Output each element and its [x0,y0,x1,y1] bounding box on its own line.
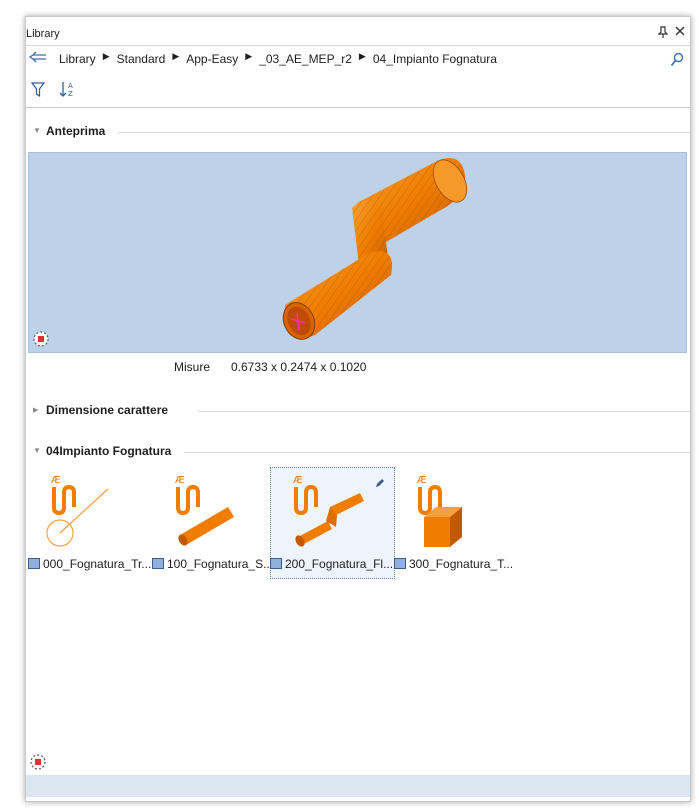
svg-text:Æ: Æ [175,475,185,486]
section-divider [184,452,690,453]
library-panel: Library Library ▶ Standard ▶ App-Easy ▶ … [25,16,691,802]
measure-value: 0.6733 x 0.2474 x 0.1020 [231,360,367,374]
sort-az-icon[interactable]: AZ [59,81,75,101]
item-label[interactable]: 300_Fognatura_T... [394,557,513,571]
breadcrumb-item-ae-mep[interactable]: _03_AE_MEP_r2 [259,52,352,66]
svg-text:Æ: Æ [51,475,61,486]
component-icon [394,558,406,569]
pin-icon[interactable] [657,26,669,41]
item-label[interactable]: 100_Fognatura_S... [152,557,273,571]
section-font-size-title: Dimensione carattere [46,403,169,417]
component-icon [152,558,164,569]
item-thumbnail: Æ [288,471,383,551]
filter-icon[interactable] [30,82,46,100]
item-label-text: 200_Fognatura_Fl... [285,557,394,571]
component-icon [270,558,282,569]
view-reset-icon[interactable] [29,753,47,774]
item-label[interactable]: 200_Fognatura_Fl... [270,557,393,571]
library-item[interactable]: Æ 300_Fognatura_T... [394,471,514,581]
breadcrumb-separator-icon: ▶ [358,51,366,61]
library-toolbar: AZ [26,73,690,108]
measure-label: Misure [174,360,211,374]
library-item[interactable]: Æ 000_Fognatura_Tr... [28,471,151,581]
item-label-text: 000_Fognatura_Tr... [43,557,152,571]
breadcrumb-separator-icon: ▶ [172,51,180,61]
section-preview-header[interactable]: ▼ Anteprima [26,123,690,141]
section-font-size-header[interactable]: ▶ Dimensione carattere [26,402,690,420]
breadcrumb-item-app-easy[interactable]: App-Easy [186,52,238,66]
section-divider [198,411,690,412]
library-item-grid: Æ 000_Fognatura_Tr... Æ 100_Fognatura_S.… [26,467,690,591]
svg-text:A: A [68,82,73,90]
back-arrow-icon[interactable] [28,50,48,67]
collapse-arrow-icon[interactable]: ▼ [33,446,41,455]
item-label[interactable]: 000_Fognatura_Tr... [28,557,151,571]
breadcrumb: Library ▶ Standard ▶ App-Easy ▶ _03_AE_M… [59,51,497,66]
section-preview-title: Anteprima [46,124,106,138]
breadcrumb-item-library[interactable]: Library [59,52,96,66]
collapse-arrow-icon[interactable]: ▼ [33,126,41,135]
library-item-selected[interactable]: Æ 200_Fognatura_Fl... [270,471,393,581]
close-icon[interactable] [674,25,686,40]
component-icon [28,558,40,569]
section-group-header[interactable]: ▼ 04Impianto Fognatura [26,443,690,461]
breadcrumb-separator-icon: ▶ [102,51,110,61]
search-icon[interactable] [670,52,684,71]
breadcrumb-bar: Library ▶ Standard ▶ App-Easy ▶ _03_AE_M… [26,46,690,72]
breadcrumb-item-standard[interactable]: Standard [117,52,166,66]
svg-text:Æ: Æ [417,475,427,486]
panel-titlebar: Library [26,17,690,46]
item-label-text: 300_Fognatura_T... [409,557,514,571]
panel-title: Library [26,28,60,40]
section-group-title: 04Impianto Fognatura [46,444,172,458]
svg-text:Z: Z [68,90,73,98]
status-bar [26,775,690,797]
library-item[interactable]: Æ 100_Fognatura_S... [152,471,273,581]
breadcrumb-separator-icon: ▶ [245,51,253,61]
expand-arrow-icon[interactable]: ▶ [33,406,38,414]
pipe-3d-preview [282,158,468,340]
item-thumbnail: Æ [170,471,265,551]
item-thumbnail: Æ [412,471,507,551]
svg-text:Æ: Æ [293,475,303,486]
preview-viewport[interactable] [28,152,687,353]
item-thumbnail: Æ [46,471,141,551]
breadcrumb-item-current[interactable]: 04_Impianto Fognatura [373,52,497,66]
item-label-text: 100_Fognatura_S... [167,557,274,571]
edit-pencil-icon[interactable] [374,477,386,492]
section-divider [118,132,690,133]
